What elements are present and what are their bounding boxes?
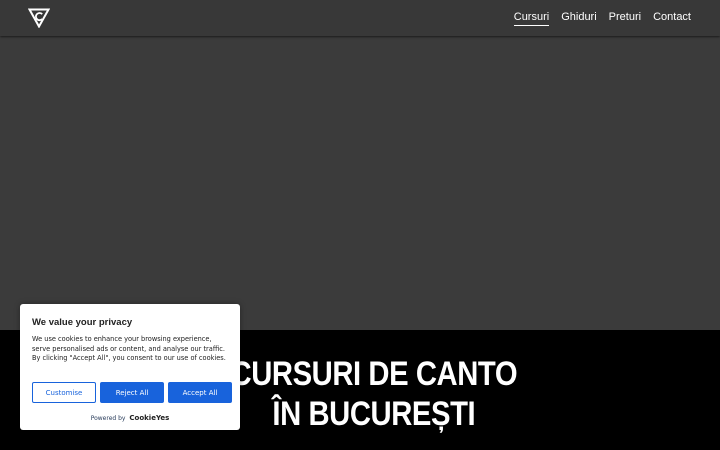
cookie-consent-banner: We value your privacy We use cookies to …: [20, 304, 240, 430]
triangle-c-logo-icon: [28, 8, 50, 28]
hero-image: [0, 36, 720, 330]
customise-button[interactable]: Customise: [32, 382, 96, 403]
nav-item-preturi[interactable]: Preturi: [609, 11, 641, 26]
powered-by: Powered by CookieYes: [20, 414, 240, 423]
cookie-title: We value your privacy: [32, 317, 133, 328]
page: Cursuri Ghiduri Preturi Contact CURSURI …: [0, 0, 720, 450]
cookie-description: We use cookies to enhance your browsing …: [32, 335, 226, 363]
accept-all-button[interactable]: Accept All: [168, 382, 232, 403]
powered-by-label: Powered by: [90, 415, 126, 422]
main-nav: Cursuri Ghiduri Preturi Contact: [513, 11, 691, 26]
cookieyes-logo[interactable]: CookieYes: [129, 414, 169, 422]
cookie-button-row: Customise Reject All Accept All: [32, 382, 232, 403]
site-header: Cursuri Ghiduri Preturi Contact: [0, 0, 720, 36]
nav-item-contact[interactable]: Contact: [653, 11, 691, 26]
nav-item-cursuri[interactable]: Cursuri: [513, 11, 550, 26]
reject-all-button[interactable]: Reject All: [100, 382, 164, 403]
nav-item-ghiduri[interactable]: Ghiduri: [561, 11, 596, 26]
site-logo[interactable]: [28, 8, 50, 28]
